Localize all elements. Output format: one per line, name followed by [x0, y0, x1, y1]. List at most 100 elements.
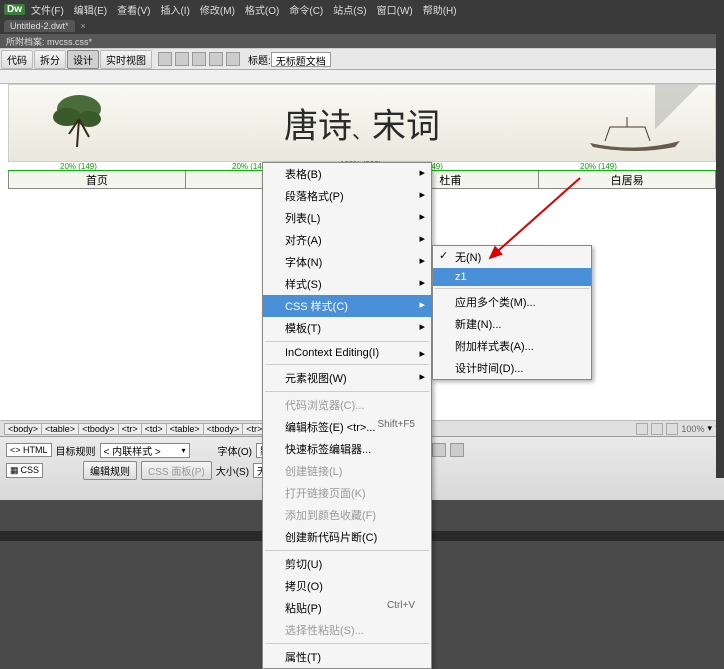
view-split-button[interactable]: 拆分 [34, 50, 66, 69]
document-tab[interactable]: Untitled-2.dwt* [4, 20, 75, 32]
title-label: 标题: [248, 52, 271, 67]
related-file-label[interactable]: 所附档案: mvcss.css* [6, 35, 92, 48]
title-input[interactable]: 无标题文档 [271, 52, 331, 67]
preview-icon[interactable] [175, 52, 189, 66]
ctx-item-13: 代码浏览器(C)... [263, 394, 431, 416]
nav-icon[interactable] [209, 52, 223, 66]
ctx-item-5[interactable]: 样式(S)▸ [263, 273, 431, 295]
related-files-bar: 所附档案: mvcss.css* [0, 34, 724, 48]
ctx-item-16: 创建链接(L) [263, 460, 431, 482]
tag-td[interactable]: <td> [141, 423, 167, 435]
context-menu[interactable]: 表格(B)▸段落格式(P)▸列表(L)▸对齐(A)▸字体(N)▸样式(S)▸CS… [262, 162, 432, 669]
html-mode-button[interactable]: <> HTML [6, 443, 52, 457]
submenu-arrow-icon: ▸ [419, 347, 425, 360]
zoom-tool-icon[interactable] [666, 423, 678, 435]
ctx-item-15[interactable]: 快速标签编辑器... [263, 438, 431, 460]
css-mode-button[interactable]: ▦ CSS [6, 463, 43, 478]
menu-commands[interactable]: 命令(C) [285, 2, 327, 17]
tag-tbody[interactable]: <tbody> [78, 423, 119, 435]
tag-table-2[interactable]: <table> [166, 423, 204, 435]
menu-modify[interactable]: 修改(M) [196, 2, 239, 17]
ctx-sep-10 [265, 364, 429, 365]
submenu-arrow-icon: ▸ [419, 210, 425, 223]
banner-title-a: 唐诗 [284, 109, 352, 146]
tag-tr[interactable]: <tr> [118, 423, 142, 435]
ctx-item-2[interactable]: 列表(L)▸ [263, 207, 431, 229]
select-tool-icon[interactable] [636, 423, 648, 435]
ruler [0, 70, 724, 84]
tag-body[interactable]: <body> [4, 423, 42, 435]
ctx-item-3[interactable]: 对齐(A)▸ [263, 229, 431, 251]
ctx-item-24: 选择性粘贴(S)... [263, 619, 431, 641]
ctx-item-6[interactable]: CSS 样式(C)▸ [263, 295, 431, 317]
ctx-sub-item-3[interactable]: 应用多个类(M)... [433, 291, 591, 313]
ctx-sub-item-5[interactable]: 附加样式表(A)... [433, 335, 591, 357]
panel-strip[interactable] [716, 18, 724, 478]
banner-title-dot: 、 [352, 121, 372, 143]
ctx-item-22[interactable]: 拷贝(O) [263, 575, 431, 597]
ctx-sub-item-4[interactable]: 新建(N)... [433, 313, 591, 335]
submenu-arrow-icon: ▸ [419, 188, 425, 201]
ctx-item-11[interactable]: 元素视图(W)▸ [263, 367, 431, 389]
view-live-button[interactable]: 实时视图 [100, 50, 152, 69]
tag-tbody-2[interactable]: <tbody> [203, 423, 244, 435]
ctx-item-1[interactable]: 段落格式(P)▸ [263, 185, 431, 207]
nav-cell-home[interactable]: 首页 [9, 171, 186, 189]
check-icon: ✓ [439, 249, 448, 262]
menu-site[interactable]: 站点(S) [329, 2, 370, 17]
tag-path[interactable]: <body><table><tbody><tr><td><table><tbod… [4, 424, 265, 434]
ctx-sep-12 [265, 391, 429, 392]
edit-rule-button[interactable]: 编辑规则 [83, 461, 137, 480]
align-right-icon[interactable] [432, 443, 446, 457]
close-tab-icon[interactable]: × [81, 21, 86, 31]
tag-table[interactable]: <table> [41, 423, 79, 435]
view-code-button[interactable]: 代码 [1, 50, 33, 69]
ctx-sub-item-1[interactable]: z1 [433, 268, 591, 286]
ctx-item-19[interactable]: 创建新代码片断(C) [263, 526, 431, 548]
ctx-item-7[interactable]: 模板(T)▸ [263, 317, 431, 339]
css-panel-button[interactable]: CSS 面板(P) [141, 461, 212, 480]
menu-view[interactable]: 查看(V) [113, 2, 154, 17]
menu-window[interactable]: 窗口(W) [373, 2, 417, 17]
ctx-item-26[interactable]: 属性(T) [263, 646, 431, 668]
tree-decoration [49, 89, 109, 149]
chevron-down-icon[interactable]: ▾ [707, 423, 712, 434]
refresh-icon[interactable] [192, 52, 206, 66]
submenu-arrow-icon: ▸ [419, 276, 425, 289]
status-tools: 100% ▾ 7 [636, 423, 720, 435]
ctx-item-18: 添加到颜色收藏(F) [263, 504, 431, 526]
ctx-item-0[interactable]: 表格(B)▸ [263, 163, 431, 185]
ctx-item-17: 打开链接页面(K) [263, 482, 431, 504]
menu-help[interactable]: 帮助(H) [419, 2, 461, 17]
ctx-item-14[interactable]: 编辑标签(E) <tr>...Shift+F5 [263, 416, 431, 438]
inspect-icon[interactable] [158, 52, 172, 66]
banner-title: 唐诗、宋词 [284, 99, 440, 148]
hand-tool-icon[interactable] [651, 423, 663, 435]
ctx-sep-25 [265, 643, 429, 644]
menu-edit[interactable]: 编辑(E) [70, 2, 111, 17]
menu-insert[interactable]: 插入(I) [156, 2, 193, 17]
toolbar-icons [158, 52, 240, 66]
menu-format[interactable]: 格式(O) [241, 2, 283, 17]
ctx-item-9[interactable]: InContext Editing(I)▸ [263, 344, 431, 362]
view-design-button[interactable]: 设计 [67, 50, 99, 69]
target-rule-select[interactable]: < 内联样式 >▾ [100, 443, 190, 458]
options-icon[interactable] [226, 52, 240, 66]
ctx-item-4[interactable]: 字体(N)▸ [263, 251, 431, 273]
boat-decoration [585, 113, 685, 153]
size-label: 大小(S) [216, 463, 249, 478]
shortcut-label: Ctrl+V [387, 600, 415, 611]
zoom-value[interactable]: 100% [681, 424, 704, 434]
align-justify-icon[interactable] [450, 443, 464, 457]
target-rule-label: 目标规则 [56, 443, 96, 458]
submenu-arrow-icon: ▸ [419, 320, 425, 333]
ctx-item-23[interactable]: 粘贴(P)Ctrl+V [263, 597, 431, 619]
measure-col-1: 20% (149) [60, 162, 97, 171]
font-label: 字体(O) [218, 443, 252, 458]
document-tabs: Untitled-2.dwt* × [0, 18, 724, 34]
ctx-item-21[interactable]: 剪切(U) [263, 553, 431, 575]
menu-file[interactable]: 文件(F) [27, 2, 68, 17]
submenu-arrow-icon: ▸ [419, 370, 425, 383]
ctx-sub-item-6[interactable]: 设计时间(D)... [433, 357, 591, 379]
shortcut-label: Shift+F5 [377, 419, 415, 430]
